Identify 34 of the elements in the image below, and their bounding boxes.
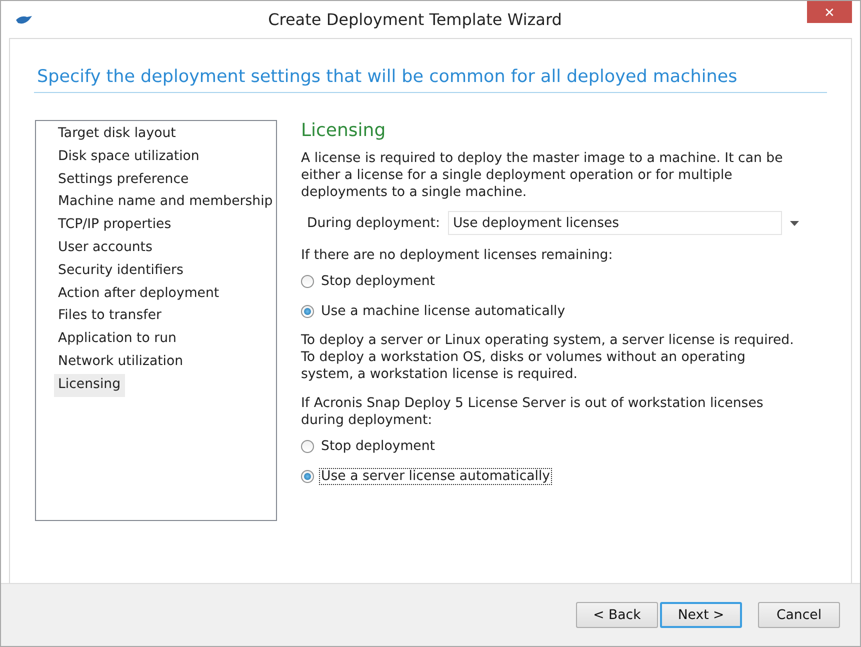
wizard-button[interactable]: Next > — [660, 602, 742, 628]
radio-button[interactable] — [301, 470, 314, 482]
option-label: Stop deployment — [320, 272, 436, 290]
step-item[interactable]: Application to run — [54, 328, 180, 351]
step-item[interactable]: Licensing — [54, 374, 125, 397]
radio-button[interactable] — [301, 274, 314, 288]
close-button[interactable]: ✕ — [807, 1, 852, 23]
section-title: Licensing — [301, 120, 387, 141]
radio-button[interactable] — [301, 304, 314, 318]
step-item[interactable]: Files to transfer — [54, 305, 166, 328]
app-logo-icon — [15, 14, 33, 24]
radio-button[interactable] — [301, 440, 314, 452]
option-label: Use a machine license automatically — [320, 302, 566, 320]
description: To deploy a server or Linux operating system, a server license is required. To deploy a workstation OS, disks or volumes without an operating system, a workstation license is required. — [301, 332, 795, 383]
caret-icon — [790, 220, 799, 226]
group-caption: If Acronis Snap Deploy 5 License Server is out of workstation licenses during deployment: — [301, 395, 764, 429]
step-item[interactable]: Machine name and membership — [54, 191, 277, 214]
group-caption: If there are no deployment licenses remaining: — [301, 247, 614, 264]
step-item[interactable]: User accounts — [54, 236, 156, 260]
step-item[interactable]: Action after deployment — [54, 282, 224, 306]
wizard-button[interactable]: Cancel — [758, 602, 840, 628]
step-item[interactable]: Security identifiers — [54, 260, 188, 283]
step-item[interactable]: Target disk layout — [54, 123, 180, 146]
field-label: During deployment: — [307, 216, 440, 230]
step-item[interactable]: TCP/IP properties — [54, 214, 176, 237]
option-label: Stop deployment — [320, 438, 436, 454]
step-item[interactable]: Settings preference — [54, 168, 193, 192]
description: A license is required to deploy the master image to a machine. It can be either a license for a single deployment operation or for multiple deployments to a single machine. — [301, 150, 784, 201]
page-heading: Specify the deployment settings that will be common for all deployed machines — [37, 67, 738, 87]
wizard-button[interactable]: < Back — [576, 602, 658, 628]
step-item[interactable]: Network utilization — [54, 350, 188, 374]
step-item[interactable]: Disk space utilization — [54, 146, 204, 169]
window-title: Create Deployment Template Wizard — [267, 10, 563, 29]
option-label: Use a server license automatically — [319, 468, 552, 484]
